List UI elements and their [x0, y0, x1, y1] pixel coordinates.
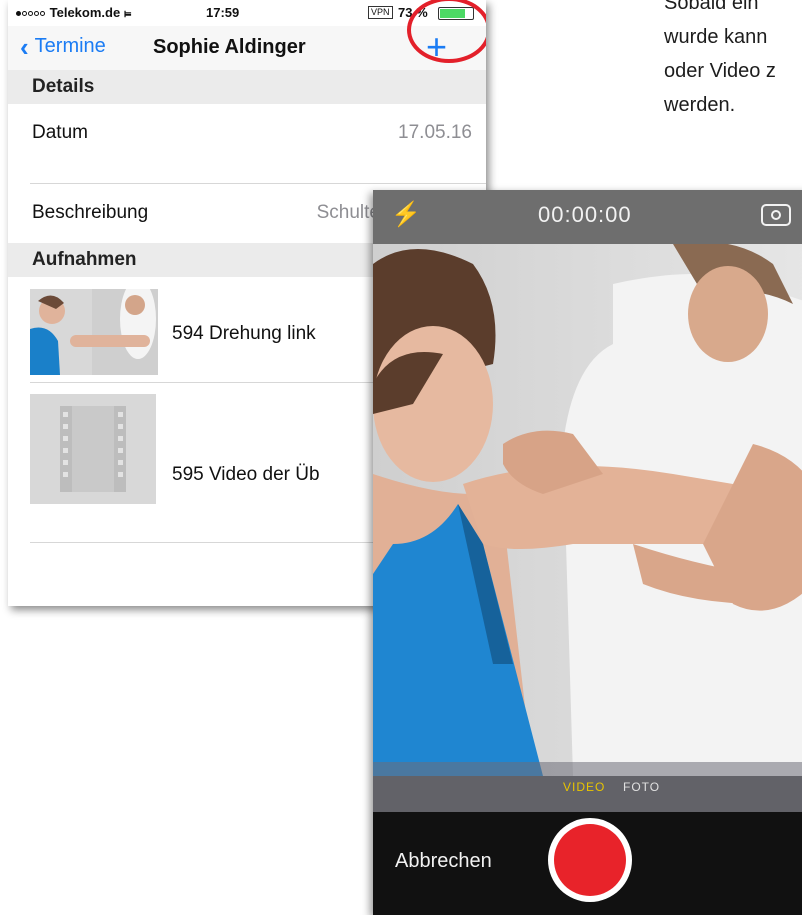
highlight-circle — [407, 0, 486, 63]
paragraph-line: wurde kann — [664, 26, 768, 48]
photo-thumbnail — [30, 289, 158, 375]
paragraph-line: werden. — [664, 94, 736, 116]
status-time: 17:59 — [206, 5, 240, 20]
detail-row-date[interactable]: Datum 17.05.16 — [8, 104, 486, 162]
camera-screen: ⚡ 00:00:00 VIDEO FOTO Abbrechen — [373, 190, 802, 915]
mode-video-option[interactable]: VIDEO — [563, 780, 605, 794]
section-header-details: Details — [8, 70, 486, 104]
video-placeholder-icon — [30, 394, 156, 504]
recording-timer: 00:00:00 — [538, 202, 632, 227]
chevron-left-icon: ‹ — [20, 31, 29, 62]
detail-value: 17.05.16 — [398, 122, 472, 143]
paragraph-line: oder Video z — [664, 60, 776, 82]
instruction-paragraph: Sobald ein wurde kann oder Video z werde… — [664, 0, 776, 122]
wifi-icon: ⫢ — [123, 5, 132, 20]
detail-label: Beschreibung — [32, 202, 149, 223]
carrier: Telekom.de ⫢ — [16, 5, 131, 21]
detail-label: Datum — [32, 122, 88, 143]
flash-off-icon[interactable]: ⚡ — [391, 200, 421, 229]
cancel-button[interactable]: Abbrechen — [395, 850, 492, 873]
paragraph-line: Sobald ein — [664, 0, 759, 14]
recording-title: 595 Video der Üb — [172, 464, 320, 485]
mode-photo-option[interactable]: FOTO — [623, 780, 660, 794]
back-button[interactable]: ‹ Termine — [20, 31, 106, 62]
camera-viewfinder — [373, 241, 802, 776]
record-icon — [554, 824, 626, 896]
page-title: Sophie Aldinger — [153, 36, 306, 58]
vpn-badge: VPN — [368, 6, 393, 19]
mode-selector: VIDEO FOTO — [373, 762, 802, 812]
back-label: Termine — [34, 35, 106, 57]
switch-camera-icon[interactable] — [761, 204, 791, 226]
record-button[interactable] — [548, 818, 632, 902]
recording-title: 594 Drehung link — [172, 323, 316, 344]
camera-top-bar: ⚡ 00:00:00 — [373, 190, 802, 244]
detail-value: Schulte — [316, 202, 380, 223]
